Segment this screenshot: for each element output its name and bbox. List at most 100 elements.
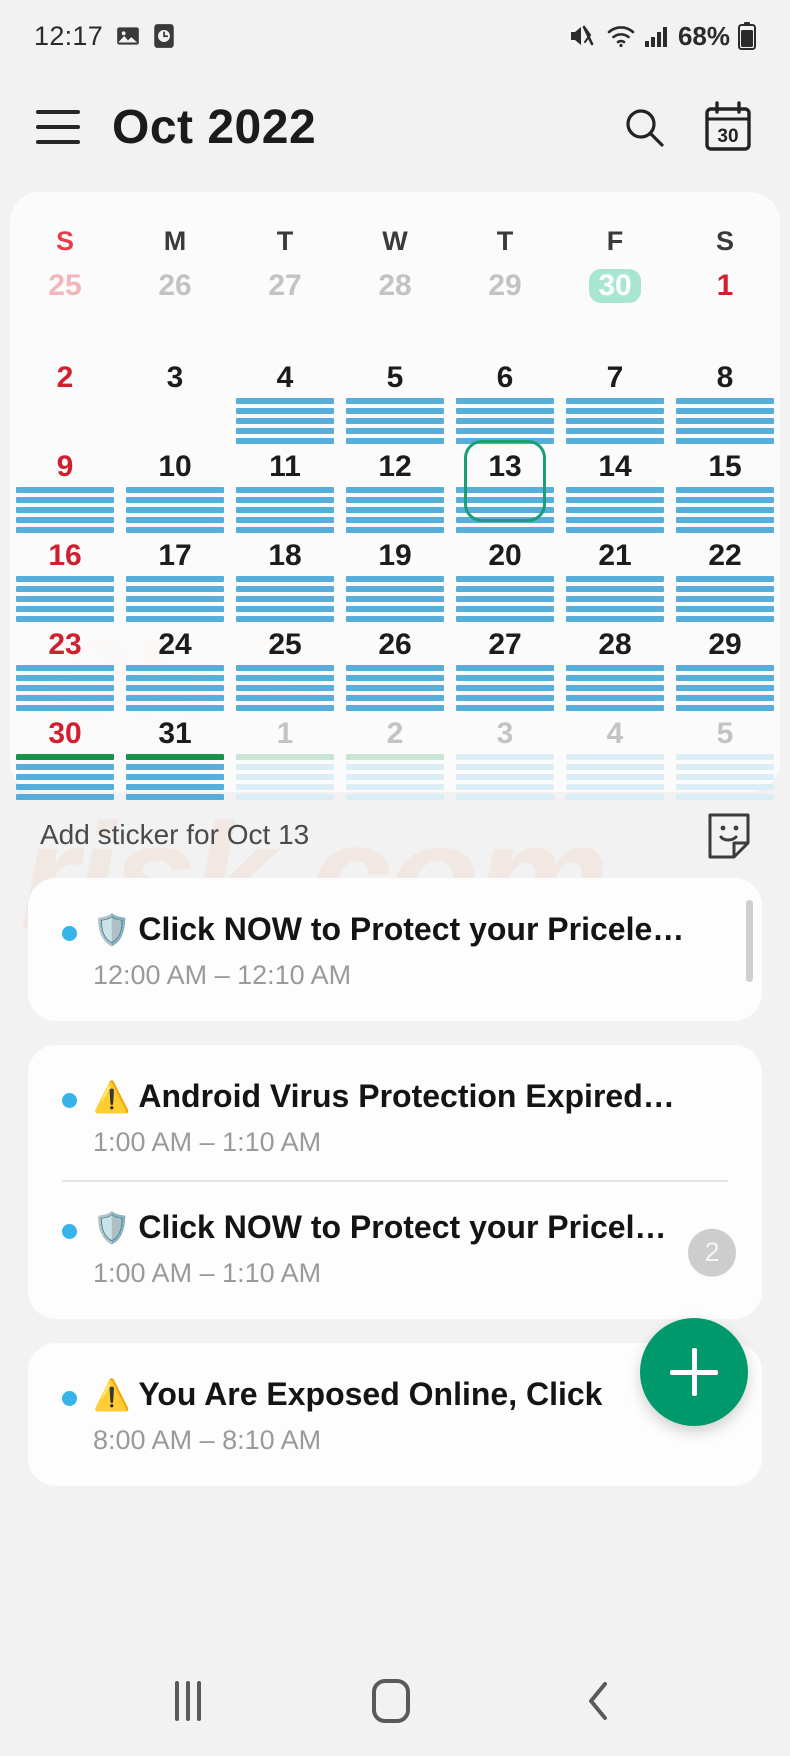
calendar-day-cell[interactable]: 25 — [10, 263, 120, 355]
event-bar — [566, 586, 664, 592]
calendar-day-cell[interactable]: 26 — [340, 622, 450, 711]
calendar-day-cell[interactable]: 8 — [670, 355, 780, 444]
event-bar — [566, 517, 664, 523]
event-card: 🛡️Click NOW to Protect your Pricele…12:0… — [28, 878, 762, 1021]
calendar-day-cell[interactable]: 7 — [560, 355, 670, 444]
calendar-day-cell[interactable]: 29 — [450, 263, 560, 355]
event-bar — [16, 685, 114, 691]
event-bar — [126, 606, 224, 612]
calendar-day-cell[interactable]: 6 — [450, 355, 560, 444]
calendar-day-cell[interactable]: 12 — [340, 444, 450, 533]
day-event-bars — [340, 487, 450, 533]
event-list-item[interactable]: ⚠️Android Virus Protection Expired…1:00 … — [28, 1051, 762, 1180]
calendar-day-cell[interactable]: 4 — [560, 711, 670, 800]
day-event-bars — [560, 398, 670, 444]
calendar-day-cell[interactable]: 19 — [340, 533, 450, 622]
calendar-day-cell[interactable]: 5 — [340, 355, 450, 444]
add-sticker-row[interactable]: Add sticker for Oct 13 — [0, 792, 790, 878]
calendar-day-cell[interactable]: 29 — [670, 622, 780, 711]
search-icon[interactable] — [620, 103, 668, 151]
calendar-day-cell[interactable]: 28 — [340, 263, 450, 355]
calendar-day-cell[interactable]: 3 — [450, 711, 560, 800]
event-bar — [456, 418, 554, 424]
event-bar — [346, 586, 444, 592]
day-event-bars — [450, 665, 560, 711]
calendar-day-cell[interactable]: 16 — [10, 533, 120, 622]
calendar-day-cell[interactable]: 20 — [450, 533, 560, 622]
calendar-day-cell[interactable]: 1 — [230, 711, 340, 800]
calendar-day-cell[interactable]: 18 — [230, 533, 340, 622]
sticker-smiley-icon[interactable] — [706, 811, 752, 859]
calendar-day-cell[interactable]: 25 — [230, 622, 340, 711]
calendar-day-cell[interactable]: 31 — [120, 711, 230, 800]
calendar-day-cell[interactable]: 2 — [340, 711, 450, 800]
event-body: ⚠️Android Virus Protection Expired…1:00 … — [93, 1075, 734, 1158]
warning-emoji: ⚠️ — [93, 1081, 130, 1114]
calendar-day-cell[interactable]: 30 — [10, 711, 120, 800]
calendar-day-cell[interactable]: 9 — [10, 444, 120, 533]
calendar-day-cell[interactable]: 10 — [120, 444, 230, 533]
calendar-day-cell[interactable]: 2 — [10, 355, 120, 444]
day-number: 7 — [560, 361, 670, 395]
calendar-day-cell[interactable]: 17 — [120, 533, 230, 622]
event-list-item[interactable]: 🛡️Click NOW to Protect your Pricele…12:0… — [28, 884, 762, 1013]
event-bar — [126, 576, 224, 582]
event-bar — [456, 428, 554, 434]
event-bar — [456, 497, 554, 503]
event-bar — [456, 517, 554, 523]
event-list-item[interactable]: 🛡️Click NOW to Protect your Pricel…1:00 … — [28, 1182, 762, 1311]
event-bar — [566, 408, 664, 414]
calendar-day-cell[interactable]: 3 — [120, 355, 230, 444]
event-bar — [676, 675, 774, 681]
calendar-day-cell[interactable]: 11 — [230, 444, 340, 533]
event-bar — [346, 507, 444, 513]
calendar-week-row: 303112345 — [10, 711, 780, 800]
day-number: 27 — [450, 628, 560, 662]
calendar-day-cell[interactable]: 23 — [10, 622, 120, 711]
calendar-day-cell[interactable]: 21 — [560, 533, 670, 622]
svg-text:30: 30 — [717, 126, 738, 147]
day-event-bars — [670, 487, 780, 533]
day-number: 1 — [670, 269, 780, 303]
event-bar — [676, 695, 774, 701]
calendar-day-cell[interactable]: 5 — [670, 711, 780, 800]
calendar-day-cell[interactable]: 22 — [670, 533, 780, 622]
day-number: 23 — [10, 628, 120, 662]
event-bar — [236, 675, 334, 681]
add-event-button[interactable] — [640, 1318, 748, 1426]
day-number: 18 — [230, 539, 340, 573]
calendar-day-cell[interactable]: 15 — [670, 444, 780, 533]
hamburger-menu-icon[interactable] — [36, 110, 80, 144]
event-bar — [676, 517, 774, 523]
weekday-label: F — [560, 214, 670, 263]
calendar-day-cell[interactable]: 24 — [120, 622, 230, 711]
event-bar — [16, 507, 114, 513]
event-bar — [676, 408, 774, 414]
month-calendar[interactable]: SMTWTFS 25262728293012345678910111213141… — [10, 192, 780, 792]
day-number: 2 — [10, 361, 120, 395]
calendar-day-cell[interactable]: 4 — [230, 355, 340, 444]
calendar-today-icon[interactable]: 30 — [704, 101, 752, 153]
day-number: 28 — [340, 269, 450, 303]
day-event-bars — [230, 665, 340, 711]
calendar-day-cell[interactable]: 26 — [120, 263, 230, 355]
event-list-scrollbar[interactable] — [746, 900, 753, 982]
calendar-day-cell[interactable]: 28 — [560, 622, 670, 711]
calendar-day-cell[interactable]: 30 — [560, 263, 670, 355]
calendar-day-cell[interactable]: 13 — [450, 444, 560, 533]
event-color-dot — [62, 1391, 77, 1406]
home-icon[interactable] — [372, 1679, 410, 1723]
back-icon[interactable] — [581, 1679, 615, 1723]
recents-icon[interactable] — [175, 1681, 201, 1721]
day-number: 21 — [560, 539, 670, 573]
calendar-day-cell[interactable]: 1 — [670, 263, 780, 355]
status-bar: 12:17 — [0, 0, 790, 72]
calendar-day-cell[interactable]: 27 — [450, 622, 560, 711]
weekday-label: T — [450, 214, 560, 263]
event-bar — [456, 685, 554, 691]
calendar-day-cell[interactable]: 27 — [230, 263, 340, 355]
event-bar — [456, 576, 554, 582]
event-bar — [676, 586, 774, 592]
day-number: 26 — [340, 628, 450, 662]
calendar-day-cell[interactable]: 14 — [560, 444, 670, 533]
